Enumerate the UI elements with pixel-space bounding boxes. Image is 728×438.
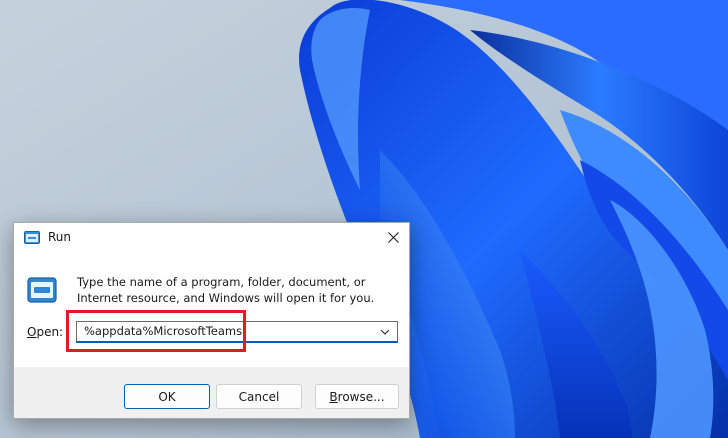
open-label: Open: (27, 325, 63, 339)
browse-label-rest: rowse... (337, 389, 385, 404)
window-title: Run (48, 230, 72, 244)
close-button[interactable] (379, 223, 409, 251)
run-dialog: Run Type the name of a program, folder, … (13, 222, 410, 419)
dialog-body: Type the name of a program, folder, docu… (14, 253, 409, 367)
run-icon (24, 231, 40, 244)
chevron-down-icon[interactable] (378, 325, 392, 339)
button-bar: OK Cancel Browse... (14, 367, 409, 418)
close-icon (388, 232, 399, 243)
title-bar[interactable]: Run (14, 223, 409, 253)
open-input[interactable] (77, 322, 374, 341)
run-program-icon (27, 277, 57, 303)
browse-access-key: B (329, 389, 338, 404)
desktop: Run Type the name of a program, folder, … (0, 0, 728, 438)
browse-button[interactable]: Browse... (315, 384, 399, 409)
open-combobox[interactable] (76, 321, 398, 343)
ok-button[interactable]: OK (124, 384, 210, 409)
open-label-rest: pen: (36, 325, 64, 339)
description-text: Type the name of a program, folder, docu… (77, 275, 375, 305)
cancel-button[interactable]: Cancel (216, 384, 302, 409)
